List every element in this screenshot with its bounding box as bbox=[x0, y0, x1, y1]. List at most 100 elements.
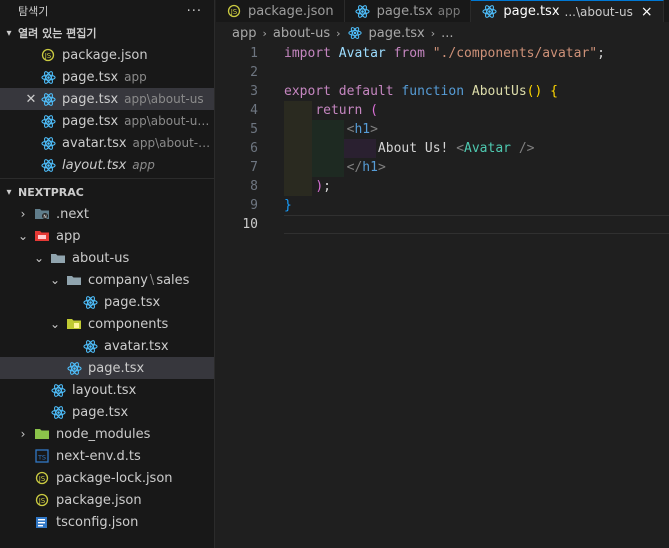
keyword: from bbox=[393, 46, 425, 61]
section-divider bbox=[0, 178, 214, 179]
open-editor-item[interactable]: page.tsx app\about-us\co... bbox=[0, 110, 214, 132]
chevron-right-icon[interactable]: › bbox=[16, 207, 30, 221]
json-icon: JS bbox=[34, 470, 50, 486]
tree-item-label: avatar.tsx bbox=[104, 338, 169, 354]
tree-file-item[interactable]: page.tsx bbox=[0, 291, 214, 313]
function-name: AboutUs bbox=[471, 84, 527, 99]
code-line: 6 About Us! <Avatar /> bbox=[216, 139, 669, 158]
open-editor-label: avatar.tsx bbox=[62, 135, 127, 151]
breadcrumb-item[interactable]: app bbox=[232, 26, 256, 41]
open-editors-section-header[interactable]: ▾ 열려 있는 편집기 bbox=[0, 22, 214, 44]
explorer-title: 탐색기 bbox=[18, 5, 49, 18]
close-icon[interactable]: × bbox=[641, 4, 653, 20]
tree-item-label: next-env.d.ts bbox=[56, 448, 141, 464]
identifier: Avatar bbox=[338, 46, 386, 61]
tree-folder-item[interactable]: ⌄ app bbox=[0, 225, 214, 247]
keyword: export bbox=[284, 84, 331, 99]
json-icon: JS bbox=[40, 47, 56, 63]
line-number: 9 bbox=[250, 198, 258, 213]
chevron-down-icon[interactable]: ⌄ bbox=[48, 317, 62, 331]
open-editor-label: page.tsx bbox=[62, 91, 119, 107]
open-editor-item[interactable]: JS package.json bbox=[0, 44, 214, 66]
tree-file-item[interactable]: page.tsx bbox=[0, 357, 214, 379]
react-icon bbox=[347, 25, 363, 41]
punctuation: () bbox=[526, 84, 543, 99]
open-editor-description: app bbox=[124, 70, 147, 84]
tree-file-item[interactable]: avatar.tsx bbox=[0, 335, 214, 357]
chevron-right-icon[interactable]: › bbox=[16, 427, 30, 441]
string: "./components/avatar" bbox=[432, 46, 598, 61]
react-icon bbox=[50, 404, 66, 420]
svg-text:TS: TS bbox=[37, 454, 46, 462]
punctuation: > bbox=[377, 160, 386, 175]
open-editor-item[interactable]: ✕ page.tsx app\about-us bbox=[0, 88, 214, 110]
open-editor-item[interactable]: page.tsx app bbox=[0, 66, 214, 88]
tree-file-item[interactable]: page.tsx bbox=[0, 401, 214, 423]
code-line: 10 bbox=[216, 215, 669, 234]
tree-item-label: sales bbox=[156, 272, 190, 288]
open-editor-label: page.tsx bbox=[62, 69, 119, 85]
chevron-down-icon[interactable]: ⌄ bbox=[16, 229, 30, 243]
line-number: 10 bbox=[242, 217, 258, 232]
chevron-down-icon[interactable]: ⌄ bbox=[32, 251, 46, 265]
tree-file-item[interactable]: JS package.json bbox=[0, 489, 214, 511]
breadcrumb-item[interactable]: ... bbox=[441, 26, 453, 41]
punctuation: < bbox=[456, 141, 465, 156]
more-actions-button[interactable]: ··· bbox=[187, 4, 202, 19]
open-editor-item[interactable]: layout.tsx app bbox=[0, 154, 214, 176]
code-line: 1 import Avatar from "./components/avata… bbox=[216, 44, 669, 63]
chevron-down-icon: ▾ bbox=[6, 27, 12, 39]
tree-item-label: .next bbox=[56, 206, 89, 222]
code-line: 8 ); bbox=[216, 177, 669, 196]
open-editor-item[interactable]: avatar.tsx app\about-us\c... bbox=[0, 132, 214, 154]
react-icon bbox=[40, 69, 56, 85]
line-number: 3 bbox=[250, 84, 258, 99]
tab-page-tsx-app[interactable]: page.tsx app bbox=[345, 0, 472, 22]
node-folder-icon bbox=[34, 426, 50, 442]
code-editor[interactable]: 1 import Avatar from "./components/avata… bbox=[216, 44, 669, 548]
project-section-header[interactable]: ▾ NEXTPRAC bbox=[0, 181, 214, 203]
svg-text:JS: JS bbox=[230, 8, 238, 16]
react-icon bbox=[481, 4, 497, 20]
tree-folder-item[interactable]: ⌄ about-us bbox=[0, 247, 214, 269]
punctuation: { bbox=[550, 84, 558, 99]
open-editor-label: layout.tsx bbox=[62, 157, 127, 173]
chevron-down-icon[interactable]: ⌄ bbox=[48, 273, 62, 287]
tree-folder-item[interactable]: ⌄ components bbox=[0, 313, 214, 335]
tab-page-tsx-about-us[interactable]: page.tsx ...\about-us × bbox=[471, 0, 664, 22]
punctuation: ; bbox=[597, 46, 605, 61]
svg-text:N: N bbox=[43, 214, 46, 220]
punctuation: } bbox=[284, 198, 292, 213]
code-line: 3 export default function AboutUs() { bbox=[216, 82, 669, 101]
tree-folder-item[interactable]: › N .next bbox=[0, 203, 214, 225]
tab-package-json[interactable]: JS package.json bbox=[216, 0, 345, 22]
react-icon bbox=[40, 157, 56, 173]
close-icon[interactable]: ✕ bbox=[24, 92, 38, 107]
tree-file-item[interactable]: JS package-lock.json bbox=[0, 467, 214, 489]
breadcrumb-item[interactable]: about-us bbox=[273, 26, 330, 41]
tree-item-label: tsconfig.json bbox=[56, 514, 139, 530]
tree-item-label: about-us bbox=[72, 250, 130, 266]
line-number: 5 bbox=[250, 122, 258, 137]
tree-item-label: components bbox=[88, 316, 169, 332]
tree-folder-item[interactable]: › node_modules bbox=[0, 423, 214, 445]
line-number: 4 bbox=[250, 103, 258, 118]
keyword: return bbox=[315, 103, 363, 118]
chevron-right-icon: › bbox=[430, 26, 436, 40]
react-icon bbox=[40, 113, 56, 129]
next-folder-icon: N bbox=[34, 206, 50, 222]
tree-file-item[interactable]: layout.tsx bbox=[0, 379, 214, 401]
tab-label: page.tsx bbox=[503, 4, 560, 19]
tree-item-label: page.tsx bbox=[72, 404, 129, 420]
tree-file-item[interactable]: TS next-env.d.ts bbox=[0, 445, 214, 467]
react-icon bbox=[40, 135, 56, 151]
breadcrumb-item[interactable]: page.tsx bbox=[369, 26, 425, 41]
tree-folder-item[interactable]: ⌄ company \ sales bbox=[0, 269, 214, 291]
tag-name: h1 bbox=[362, 160, 378, 175]
keyword: import bbox=[284, 46, 331, 61]
tree-file-item[interactable]: tsconfig.json bbox=[0, 511, 214, 533]
open-editor-description: app\about-us bbox=[124, 92, 204, 106]
react-icon bbox=[66, 360, 82, 376]
open-editors-list: JS package.json page.tsx app ✕ page.tsx app\ab… bbox=[0, 44, 214, 176]
react-icon bbox=[355, 3, 371, 19]
